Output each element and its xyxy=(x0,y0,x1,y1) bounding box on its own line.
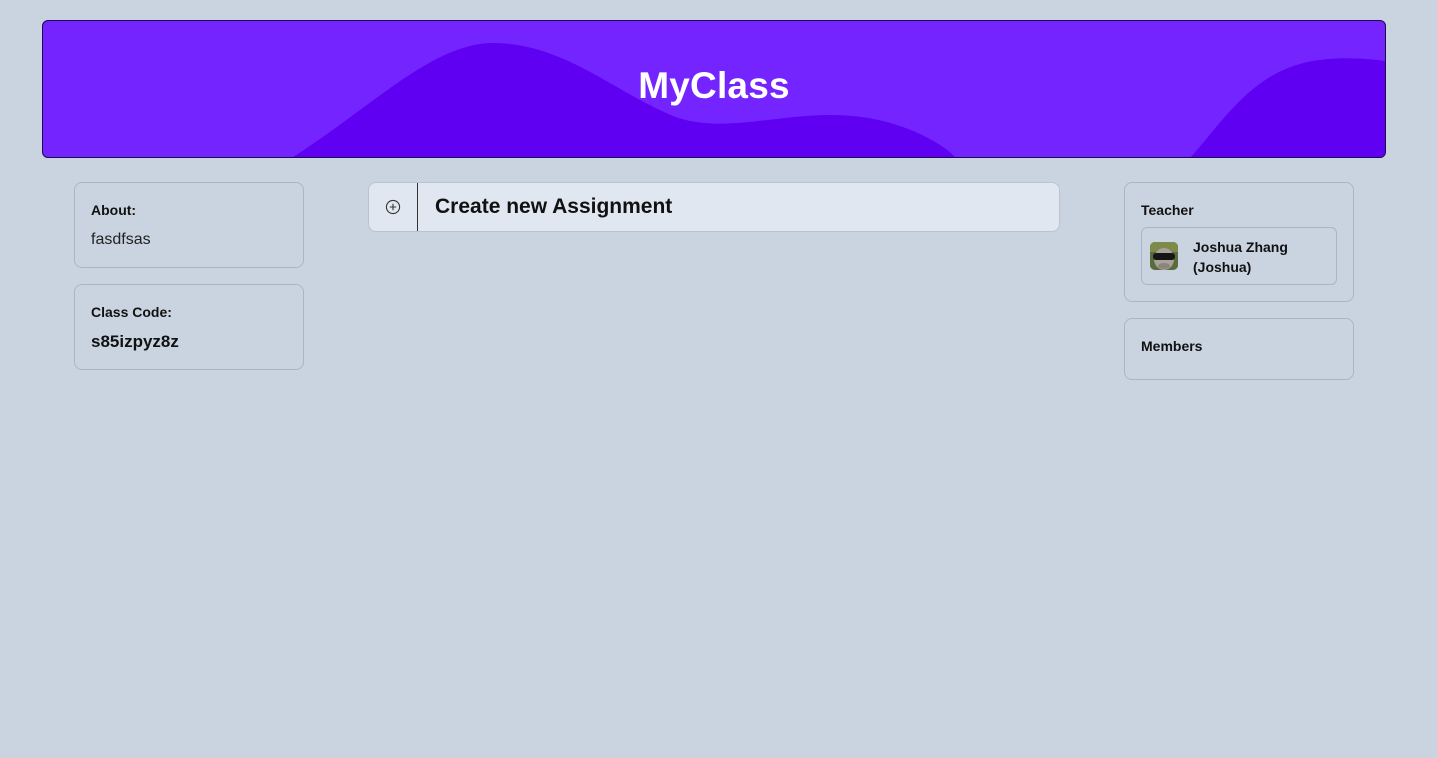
create-assignment-button[interactable]: Create new Assignment xyxy=(368,182,1060,232)
teacher-name: Joshua Zhang (Joshua) xyxy=(1193,239,1288,275)
about-label: About: xyxy=(91,202,137,218)
class-code-value: s85izpyz8z xyxy=(91,332,179,351)
teacher-profile[interactable]: Joshua Zhang (Joshua) xyxy=(1141,227,1337,285)
class-banner: MyClass xyxy=(42,20,1386,158)
class-title: MyClass xyxy=(638,65,790,106)
class-code-label: Class Code: xyxy=(91,304,172,320)
about-text: fasdfsas xyxy=(91,231,151,248)
about-card: About: fasdfsas xyxy=(74,182,304,268)
teacher-label: Teacher xyxy=(1141,202,1194,218)
plus-circle-icon xyxy=(369,183,418,231)
teacher-card: Teacher Joshua Zhang (Joshua) xyxy=(1124,182,1354,302)
avatar xyxy=(1150,242,1178,270)
members-card: Members xyxy=(1124,318,1354,380)
class-code-card: Class Code: s85izpyz8z xyxy=(74,284,304,370)
members-label: Members xyxy=(1141,338,1203,354)
create-assignment-label: Create new Assignment xyxy=(435,195,673,218)
